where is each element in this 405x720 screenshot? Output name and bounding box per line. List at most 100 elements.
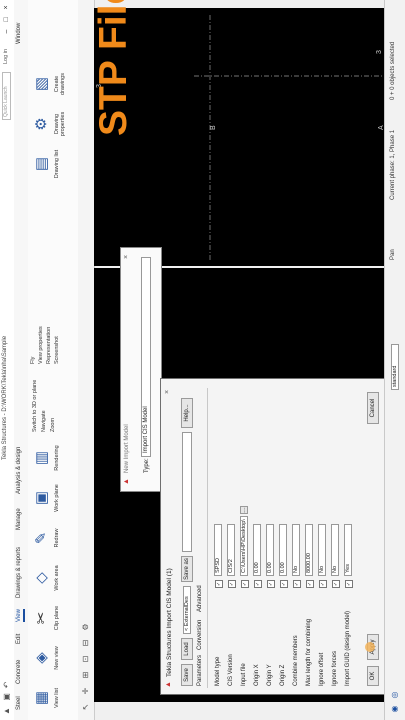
switch-3d-button[interactable]: Switch to 3D or plane	[32, 380, 38, 432]
quick-launch-input[interactable]: Quick Launch	[2, 72, 11, 120]
tab-edit[interactable]: Edit	[16, 634, 22, 644]
parameter-checkbox[interactable]: ✓	[215, 580, 223, 588]
minimize-icon[interactable]: –	[2, 27, 11, 36]
drawing-list-button[interactable]: ▤ Drawing list	[31, 146, 75, 182]
tab-parameters[interactable]: Parameters	[197, 655, 203, 686]
type-label: Type:	[144, 458, 150, 473]
create-drawings-button[interactable]: ▧ Create drawings	[31, 66, 75, 102]
tab-advanced[interactable]: Advanced	[197, 585, 203, 612]
work-plane-button[interactable]: ▣ Work plane	[31, 480, 75, 516]
parameter-row: Combine members ✓ No	[291, 396, 303, 686]
select-icon[interactable]: ↖	[81, 702, 91, 712]
save-icon[interactable]: ▣	[2, 692, 12, 702]
navigate-button[interactable]: Navigate	[41, 380, 47, 432]
parameter-row: CIS Version ✓ CIS/2	[226, 396, 238, 686]
measure-icon[interactable]: ⊞	[81, 670, 91, 680]
parameter-value[interactable]: 8000.00	[305, 524, 313, 576]
parameter-value[interactable]: Yes	[344, 524, 352, 576]
parameter-label: Ignore offset	[319, 652, 325, 686]
parameter-row: Origin X ✓ 0.00	[252, 396, 264, 686]
parameter-label: Max length for combining	[306, 618, 312, 686]
parameter-checkbox[interactable]: ✓	[254, 580, 262, 588]
selection-count: 0 + 0 objects selected	[390, 41, 396, 100]
parameter-value[interactable]: CIS/2	[227, 524, 235, 576]
parameter-label: Origin Z	[280, 664, 286, 686]
snap-icon[interactable]: ✛	[81, 686, 91, 696]
rendering-button[interactable]: ▥ Rendering	[31, 440, 75, 476]
screenshot-button[interactable]: Screenshot	[54, 326, 60, 364]
parameter-checkbox[interactable]: ✓	[267, 580, 275, 588]
grid-icon[interactable]: ⊟	[81, 638, 91, 648]
login-link[interactable]: Log in	[3, 49, 9, 64]
create-drawings-icon: ▧	[33, 76, 50, 92]
help-button[interactable]: Help...	[181, 398, 193, 428]
ok-button[interactable]: OK	[367, 666, 379, 686]
tab-manage[interactable]: Manage	[16, 508, 22, 530]
representation-button[interactable]: Representation	[46, 326, 52, 364]
title-bar: ▲ ▣ ↶ Tekla Structures - D:\WORK\Tekla\n…	[0, 0, 15, 720]
save-button[interactable]: Save	[181, 664, 193, 686]
maximize-icon[interactable]: □	[2, 15, 11, 24]
parameter-label: Origin X	[254, 664, 260, 686]
new-import-title: New Import Model	[124, 424, 130, 473]
save-as-name-input[interactable]	[182, 432, 192, 552]
grid-label-b: B	[210, 125, 217, 130]
filter-icon[interactable]: ⊡	[81, 654, 91, 664]
parameter-value[interactable]: 0.00	[266, 524, 274, 576]
fly-button[interactable]: Fly	[30, 326, 36, 364]
parameter-checkbox[interactable]: ✓	[306, 580, 314, 588]
load-button[interactable]: Load	[181, 638, 193, 660]
parameter-checkbox[interactable]: ✓	[228, 580, 236, 588]
parameter-row: Ignore forces ✓ No	[330, 396, 342, 686]
parameter-checkbox[interactable]: ✓	[241, 580, 249, 588]
work-area-button[interactable]: ◇ Work area	[31, 560, 75, 596]
parameter-checkbox[interactable]: ✓	[345, 580, 353, 588]
window-menu[interactable]: Window	[16, 23, 22, 44]
clip-plane-button[interactable]: ✂ Clip plane	[31, 600, 75, 636]
cancel-button[interactable]: Cancel	[367, 392, 379, 424]
view-list-icon: ▦	[33, 690, 50, 706]
window-title: Tekla Structures - D:\WORK\Tekla\nha\Sam…	[2, 335, 8, 460]
parameter-checkbox[interactable]: ✓	[280, 580, 288, 588]
parameter-checkbox[interactable]: ✓	[332, 580, 340, 588]
undo-icon[interactable]: ↶	[2, 680, 12, 690]
parameter-row: Model type ✓ SPSD	[213, 396, 225, 686]
save-as-button[interactable]: Save as	[181, 556, 193, 582]
zoom-button[interactable]: Zoom	[50, 380, 56, 432]
drawing-properties-button[interactable]: ⚙ Drawing properties	[31, 106, 75, 142]
type-select[interactable]: Import CIS Model	[141, 257, 151, 457]
browse-icon[interactable]: …	[240, 506, 248, 514]
snap-mode-icon[interactable]: ◉	[390, 704, 400, 714]
model-viewport-upper[interactable]	[94, 8, 387, 266]
parameter-checkbox[interactable]: ✓	[319, 580, 327, 588]
overlay-title: STP File Import	[92, 0, 136, 136]
parameter-value[interactable]: SPSD	[214, 524, 222, 576]
parameter-value[interactable]: 0.00	[279, 524, 287, 576]
settings-icon[interactable]: ⚙	[81, 622, 91, 632]
tab-concrete[interactable]: Concrete	[16, 660, 22, 684]
parameter-value[interactable]: No	[318, 524, 326, 576]
close-icon[interactable]: ×	[123, 255, 130, 259]
ribbon-tabs: Steel Concrete Edit View Drawings & repo…	[14, 0, 29, 720]
new-view-button[interactable]: ◈ New view	[31, 640, 75, 676]
settings-select[interactable]: standard	[391, 344, 399, 390]
parameter-checkbox[interactable]: ✓	[293, 580, 301, 588]
load-preset-select[interactable]: < ExternalDes	[183, 586, 191, 634]
parameter-value[interactable]: No	[292, 524, 300, 576]
close-icon[interactable]: ×	[164, 390, 171, 394]
view-properties-button[interactable]: View properties	[38, 326, 44, 364]
parameter-value[interactable]: No	[331, 524, 339, 576]
parameter-value[interactable]: 0.00	[253, 524, 261, 576]
close-icon[interactable]: ×	[2, 3, 11, 12]
new-view-icon: ◈	[33, 652, 50, 664]
view-list-button[interactable]: ▦ View list	[31, 680, 75, 716]
tab-conversion[interactable]: Conversion	[197, 620, 203, 650]
tab-analysis-design[interactable]: Analysis & design	[16, 447, 22, 494]
parameter-value[interactable]: C:\Users\HP\Desktop\	[240, 516, 248, 576]
tab-drawings-reports[interactable]: Drawings & reports	[16, 547, 22, 598]
snap-end-icon[interactable]: ◎	[390, 690, 400, 700]
tab-steel[interactable]: Steel	[16, 696, 22, 710]
tab-view[interactable]: View	[16, 609, 25, 622]
mode-indicator: Pan	[390, 249, 396, 260]
redraw-button[interactable]: ✎ Redraw	[31, 520, 75, 556]
